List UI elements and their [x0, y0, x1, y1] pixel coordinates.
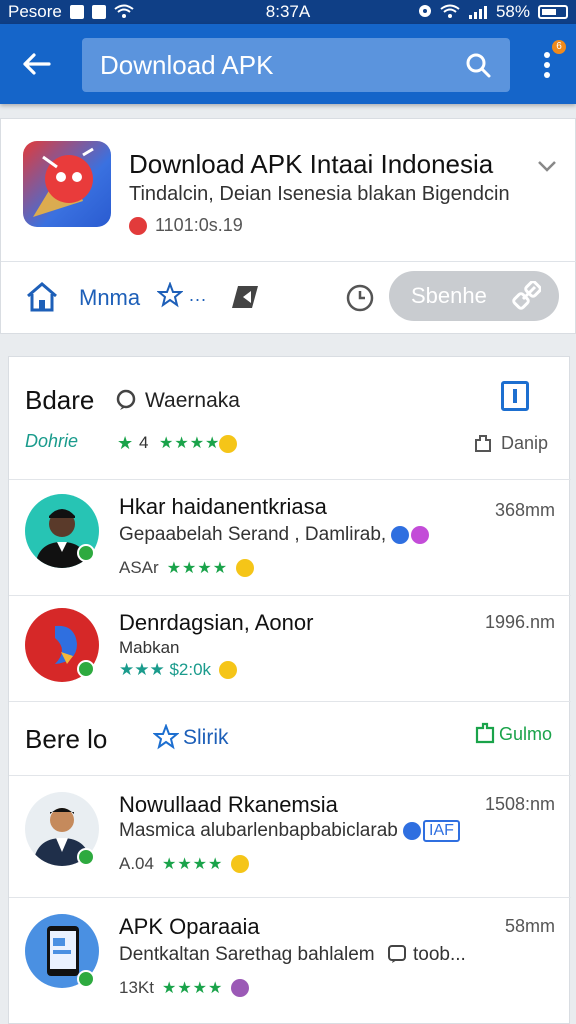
app-tag: IAF: [423, 820, 460, 842]
notification-badge: 6: [552, 40, 566, 54]
overflow-menu-button[interactable]: 6: [532, 40, 568, 88]
battery-icon: [538, 5, 568, 19]
back-arrow-icon: [23, 53, 51, 75]
app-bar: Download APK 6: [0, 24, 576, 104]
emoji-icon: [219, 435, 237, 453]
list-item[interactable]: Denrdagsian, Aonor Mabkan ★★★ $2:0k 1996…: [9, 595, 571, 701]
star-icon: ★: [117, 433, 134, 453]
link-icon: [512, 281, 541, 310]
emoji-icon: [231, 855, 250, 873]
featured-action-bar: Mnma ... Sbenhe: [1, 263, 576, 335]
app-meta: ★★★ $2:0k: [119, 660, 212, 679]
app-description: Mabkan: [119, 638, 180, 657]
app-size: 58mm: [504, 916, 555, 936]
verified-badge: [77, 660, 95, 678]
section-right-label[interactable]: Danip: [501, 433, 548, 454]
share-button[interactable]: Sbenhe: [389, 271, 559, 321]
featured-subtitle: Tindalcin, Deian Isenesia blakan Bigendc…: [129, 183, 510, 205]
rating-stars: ★★★★: [161, 856, 224, 873]
filter-label[interactable]: Waernaka: [145, 389, 240, 413]
verified-badge: [77, 544, 95, 562]
back-button[interactable]: [14, 44, 58, 84]
list-item[interactable]: Nowullaad Rkanemsia Masmica alubarlenbap…: [9, 775, 571, 897]
featured-action-label[interactable]: Mnma: [79, 285, 140, 311]
list-item[interactable]: APK Oparaaia Dentkaltan Sarethag bahlale…: [9, 897, 571, 1024]
clock-icon[interactable]: [345, 283, 375, 313]
app-name: Nowullaad Rkanemsia: [119, 792, 338, 817]
app-description-extra: toob...: [413, 944, 466, 965]
download-box-icon[interactable]: [501, 381, 529, 411]
app-meta: 13Kt: [119, 978, 154, 997]
battery-percent: 58%: [495, 2, 530, 21]
list-item[interactable]: Hkar haidanentkriasa Gepaabelah Serand ,…: [9, 479, 571, 595]
search-query: Download APK: [100, 49, 274, 80]
share-arrow-icon[interactable]: [229, 281, 261, 311]
app-description: Dentkaltan Sarethag bahlalem: [119, 944, 375, 965]
status-bar: Pesore 8:37A 58%: [0, 0, 576, 24]
star-icon[interactable]: [153, 724, 179, 750]
section-header: Bdare Waernaka Dohrie ★ 4 ★★★★ Danip: [9, 357, 571, 475]
app-name: Denrdagsian, Aonor: [119, 610, 314, 635]
app-name: Hkar haidanentkriasa: [119, 494, 327, 519]
carrier-label: Pesore: [8, 2, 62, 21]
emoji-icon: [231, 979, 250, 997]
share-label: Sbenhe: [411, 283, 487, 308]
wifi-signal-icon: [440, 4, 460, 18]
featured-app-card[interactable]: Download APK Intaai Indonesia Tindalcin,…: [0, 118, 576, 334]
section-title: Bdare: [25, 385, 95, 415]
badge-icon: [403, 822, 421, 840]
chat-bubble-icon[interactable]: [115, 389, 137, 411]
verified-badge: [77, 970, 95, 988]
app-description: Gepaabelah Serand , Damlirab,: [119, 524, 387, 545]
app-size: 368mm: [494, 500, 555, 520]
sync-icon: [91, 5, 106, 19]
star-icon[interactable]: [157, 282, 183, 308]
bookmark-icon[interactable]: [473, 433, 493, 453]
heart-icon: [129, 216, 147, 235]
rating-stars: ★★★★: [161, 980, 224, 997]
cell-signal-icon: [468, 6, 487, 19]
rating-value: 4: [139, 433, 149, 452]
folder-icon[interactable]: [475, 722, 495, 744]
badge-icon: [391, 526, 409, 544]
app-size: 1508:nm: [484, 794, 555, 814]
app-meta: ASAr: [119, 558, 159, 577]
rating-stars: ★★★★: [166, 560, 229, 577]
app-size: 1996.nm: [484, 612, 555, 632]
search-field[interactable]: Download APK: [82, 38, 510, 92]
section-header: Bere lo Slirik Gulmo: [9, 701, 571, 775]
section-star-label[interactable]: Slirik: [183, 726, 229, 750]
rating-stars: ★★★★: [159, 435, 221, 452]
home-icon[interactable]: [25, 281, 59, 313]
emoji-icon: [219, 661, 238, 679]
chat-icon: [388, 945, 406, 963]
featured-meta: 1101:0s.19: [155, 215, 243, 235]
app-icon: [23, 141, 111, 227]
emoji-icon: [236, 559, 255, 577]
section-right-label[interactable]: Gulmo: [499, 724, 552, 745]
location-icon: [418, 5, 431, 17]
verified-badge: [77, 848, 95, 866]
app-list-card: Bdare Waernaka Dohrie ★ 4 ★★★★ Danip Hka…: [8, 356, 571, 1024]
wifi-icon: [114, 4, 134, 18]
category-tag[interactable]: Dohrie: [25, 431, 78, 452]
search-icon[interactable]: [464, 51, 492, 79]
app-meta: A.04: [119, 854, 154, 873]
section-title: Bere lo: [25, 724, 108, 754]
app-badge-icon: [411, 526, 429, 544]
featured-title: Download APK Intaai Indonesia: [129, 149, 494, 179]
app-description: Masmica alubarlenbapbabiclarab: [119, 820, 398, 841]
chevron-down-icon[interactable]: [537, 159, 557, 173]
divider: [1, 261, 576, 262]
more-dots: ...: [189, 285, 208, 305]
notification-icon: [69, 5, 84, 19]
app-name: APK Oparaaia: [119, 914, 260, 939]
